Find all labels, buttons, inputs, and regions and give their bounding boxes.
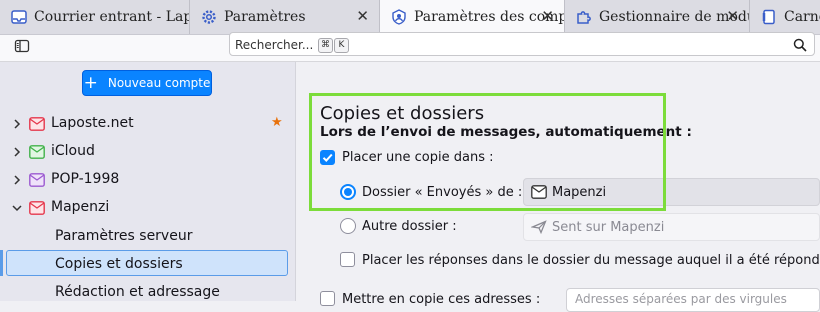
cc-placeholder: Adresses séparées par des virgules — [575, 292, 787, 306]
mail-icon — [11, 9, 27, 25]
replies-label: Placer les réponses dans le dossier du m… — [362, 253, 820, 268]
account-label: Mapenzi — [51, 199, 110, 215]
search-icon[interactable] — [793, 37, 807, 52]
tab-label: Carnet d'adresses — [784, 9, 820, 25]
account-sidebar: + Nouveau compte Laposte.net ★ iCloud PO… — [0, 62, 296, 301]
other-folder-value: Sent sur Mapenzi — [552, 219, 665, 235]
mail-account-icon — [29, 145, 45, 159]
account-pop-1998[interactable]: POP-1998 — [0, 166, 295, 194]
cc-addresses-input[interactable]: Adresses séparées par des virgules — [566, 288, 820, 312]
address-book-icon — [761, 9, 777, 25]
tab-account-settings[interactable]: Paramètres des comptes ✕ — [380, 0, 565, 35]
tab-addons[interactable]: Gestionnaire de modules complémentaires … — [565, 0, 750, 34]
close-icon[interactable]: ✕ — [726, 8, 739, 24]
mail-account-icon — [29, 173, 45, 187]
chevron-right-icon[interactable] — [11, 146, 23, 158]
other-folder-radio[interactable] — [340, 218, 356, 234]
tab-label: Courrier entrant - Laposte.net — [34, 9, 189, 25]
tab-settings[interactable]: Paramètres ✕ — [190, 0, 380, 34]
gear-icon — [201, 9, 217, 25]
sidebar-item-server-settings[interactable]: Paramètres serveur — [55, 228, 192, 244]
default-account-star-icon: ★ — [271, 115, 283, 130]
mail-account-icon — [29, 201, 45, 215]
chevron-right-icon[interactable] — [11, 174, 23, 186]
send-icon — [531, 220, 547, 234]
tab-bar: Courrier entrant - Laposte.net Paramètre… — [0, 0, 820, 35]
annotation-highlight-box — [309, 93, 666, 211]
account-mapenzi[interactable]: Mapenzi — [0, 194, 295, 222]
account-laposte[interactable]: Laposte.net ★ — [0, 110, 295, 138]
cc-label: Mettre en copie ces adresses : — [342, 292, 541, 307]
chevron-right-icon[interactable] — [11, 118, 23, 130]
cc-checkbox[interactable] — [320, 291, 335, 306]
new-account-button[interactable]: + Nouveau compte — [82, 70, 212, 96]
account-icloud[interactable]: iCloud — [0, 138, 295, 166]
account-label: iCloud — [51, 143, 95, 159]
account-label: Laposte.net — [51, 115, 134, 131]
account-label: POP-1998 — [51, 171, 120, 187]
close-icon[interactable]: ✕ — [541, 8, 554, 24]
chevron-down-icon[interactable] — [11, 202, 23, 214]
other-folder-label: Autre dossier : — [362, 219, 457, 234]
search-placeholder: Rechercher... — [235, 38, 314, 52]
search-input[interactable]: Rechercher... ⌘ K — [229, 32, 815, 56]
close-icon[interactable]: ✕ — [356, 8, 369, 24]
replies-checkbox[interactable] — [340, 252, 355, 267]
sidebar-toggle-icon[interactable] — [14, 38, 30, 54]
shortcut-key: ⌘ — [318, 38, 333, 53]
new-account-label: Nouveau compte — [107, 76, 211, 90]
other-folder-select[interactable]: Sent sur Mapenzi — [523, 213, 820, 241]
sidebar-item-composition[interactable]: Rédaction et adressage — [55, 284, 220, 300]
mail-account-icon — [29, 117, 45, 131]
sidebar-item-copies-folders[interactable]: Copies et dossiers — [55, 256, 183, 272]
selection-marker — [0, 250, 3, 276]
shortcut-key: K — [334, 38, 349, 53]
plus-icon: + — [83, 72, 98, 93]
account-settings-icon — [391, 9, 407, 25]
puzzle-icon — [576, 9, 592, 25]
tab-address-book[interactable]: Carnet d'adresses — [750, 0, 820, 34]
tab-inbox[interactable]: Courrier entrant - Laposte.net — [0, 0, 190, 34]
